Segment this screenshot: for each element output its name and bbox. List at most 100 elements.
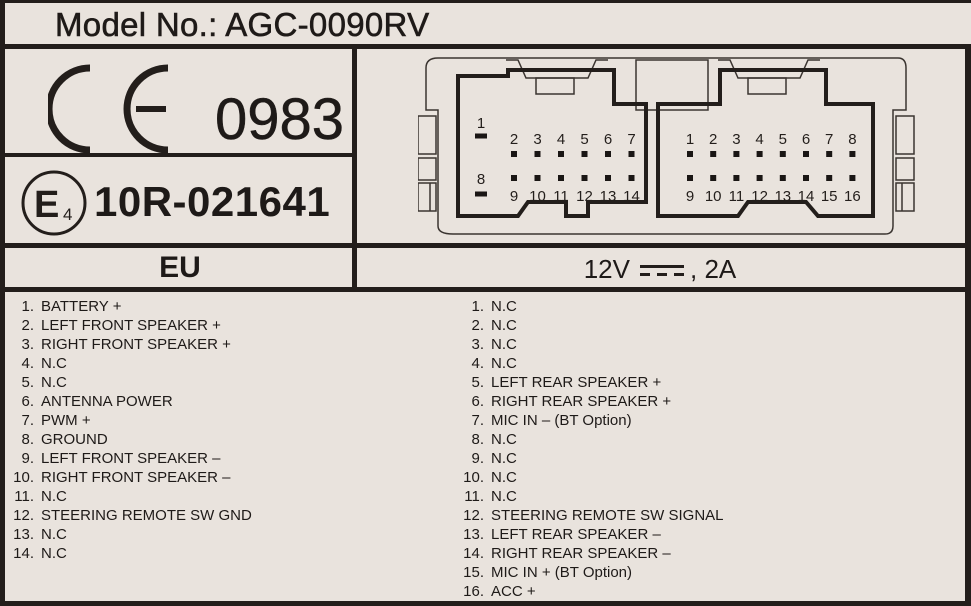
pin-number-label: 9: [686, 188, 694, 205]
pin-number-label: 6: [604, 131, 612, 148]
connector-pin: [558, 151, 564, 157]
pin-label: LEFT REAR SPEAKER –: [491, 526, 661, 543]
pin-label: N.C: [491, 469, 517, 486]
pin-number-label: 9: [510, 188, 518, 205]
pin-label: PWM +: [41, 412, 91, 429]
pin-label: N.C: [491, 298, 517, 315]
connector-pin: [779, 175, 786, 181]
region-label: EU: [159, 251, 201, 284]
pin-list-item: 2. N.C: [452, 316, 724, 335]
pin-list-item: 4. N.C: [2, 354, 252, 373]
pin-list-item: 11. N.C: [452, 487, 724, 506]
pin-list-item: 7. PWM +: [2, 411, 252, 430]
power-rating: 12V, 2A: [360, 250, 960, 286]
connector-pin: [826, 151, 833, 157]
model-number: Model No.: AGC-0090RV: [55, 6, 430, 44]
pin-number-label: 11: [553, 188, 569, 205]
pin-list-item: 12. STEERING REMOTE SW SIGNAL: [452, 506, 723, 525]
connector-diagram: 1 8 2 9 3 10 4 11 5 12 6 13 7 14 1 9 2 10 3 11 4 12 5 13 6 14 7 15…: [418, 57, 915, 235]
border-bottom: [0, 601, 971, 606]
pin-number: 9.: [21, 450, 34, 467]
pin-number: 13.: [13, 526, 34, 543]
rating-separator: ,: [689, 254, 698, 284]
pin-label: N.C: [41, 545, 67, 562]
pin-list-item: 10. RIGHT FRONT SPEAKER –: [2, 468, 252, 487]
pin-list-item: 14. N.C: [2, 544, 252, 563]
pin-label: RIGHT REAR SPEAKER –: [491, 545, 671, 562]
pin-label: LEFT FRONT SPEAKER +: [41, 317, 221, 334]
pin-number-label: 4: [557, 131, 565, 148]
connector-pin: [849, 151, 856, 157]
pin-number-label: 4: [755, 131, 763, 148]
connector-pin: [803, 175, 809, 181]
pin-number-label: 16: [844, 188, 861, 205]
pin-list-item: 13. LEFT REAR SPEAKER –: [452, 525, 724, 544]
connector-pin: [475, 191, 487, 197]
pin-number: 14.: [13, 545, 34, 562]
pin-number-label: 3: [533, 131, 541, 148]
e-mark-circle-icon: E 4: [21, 170, 87, 236]
pin-number-label: 5: [779, 131, 787, 148]
connector-b: 1 9 2 10 3 11 4 12 5 13 6 14 7 15 8 16: [686, 131, 861, 205]
pin-number-label: 8: [848, 131, 856, 148]
pin-list-item: 1. N.C: [452, 297, 724, 316]
ce-logo-icon: [48, 64, 169, 154]
pin-number: 11.: [464, 488, 484, 505]
e-mark: E 4 10R-021641: [14, 163, 344, 243]
pin-number: 2.: [471, 317, 484, 334]
pin-number-label: 10: [705, 188, 722, 205]
pin-label: MIC IN – (BT Option): [491, 412, 632, 429]
pin-label: N.C: [41, 526, 67, 543]
pin-number: 10.: [13, 469, 34, 486]
pin-number: 14.: [463, 545, 484, 562]
e-mark-country: 4: [63, 205, 72, 224]
pin-list-item: 3. N.C: [452, 335, 724, 354]
current: 2A: [704, 254, 737, 284]
pin-label: GROUND: [41, 431, 108, 448]
connector-pin: [687, 151, 693, 157]
connector-pin: [710, 175, 717, 181]
pins-divider: [0, 287, 971, 292]
pin-number: 6.: [471, 393, 484, 410]
connector-pin: [733, 175, 740, 181]
connector-pin: [628, 175, 635, 181]
connector-pin: [849, 175, 856, 181]
pin-number-label: 14: [798, 188, 815, 205]
pin-number-label: 8: [477, 171, 485, 188]
dc-current-icon: [636, 261, 688, 281]
pin-number: 7.: [471, 412, 484, 429]
pin-list-item: 7. MIC IN – (BT Option): [452, 411, 724, 430]
connector-pin: [605, 151, 611, 157]
pin-label: RIGHT FRONT SPEAKER –: [41, 469, 231, 486]
connector-pin: [779, 151, 786, 157]
pin-label: N.C: [491, 431, 517, 448]
pin-number-label: 6: [802, 131, 810, 148]
pin-number-label: 13: [774, 188, 791, 205]
pin-number-label: 3: [732, 131, 740, 148]
pin-label: N.C: [491, 336, 517, 353]
connector-pin: [826, 175, 833, 181]
pin-list-item: 10. N.C: [452, 468, 724, 487]
pin-number: 3.: [471, 336, 484, 353]
pin-list-item: 5. LEFT REAR SPEAKER +: [452, 373, 724, 392]
ce-notified-body: 0983: [215, 87, 345, 152]
pin-number: 7.: [21, 412, 34, 429]
pin-list-right: 1. N.C 2. N.C 3. N.C 4. N.C 5. LEFT REAR SPEAKER …: [452, 297, 724, 601]
pin-number: 1.: [471, 298, 484, 315]
pin-list-item: 15. MIC IN + (BT Option): [452, 563, 724, 582]
pin-label: ACC +: [491, 583, 536, 600]
pin-list-item: 6. ANTENNA POWER: [2, 392, 252, 411]
pin-list-item: 6. RIGHT REAR SPEAKER +: [452, 392, 724, 411]
title-divider: [0, 44, 971, 49]
connector-pin: [475, 133, 487, 139]
pin-number: 8.: [471, 431, 484, 448]
pin-number-label: 12: [576, 188, 593, 205]
pin-number: 16.: [463, 583, 484, 600]
pin-label: ANTENNA POWER: [41, 393, 173, 410]
pin-list-item: 12. STEERING REMOTE SW GND: [2, 506, 252, 525]
pin-label: BATTERY +: [41, 298, 122, 315]
pin-list-item: 8. N.C: [452, 430, 724, 449]
connector-pin: [803, 151, 809, 157]
voltage: 12V: [583, 254, 630, 284]
pin-number: 4.: [471, 355, 484, 372]
